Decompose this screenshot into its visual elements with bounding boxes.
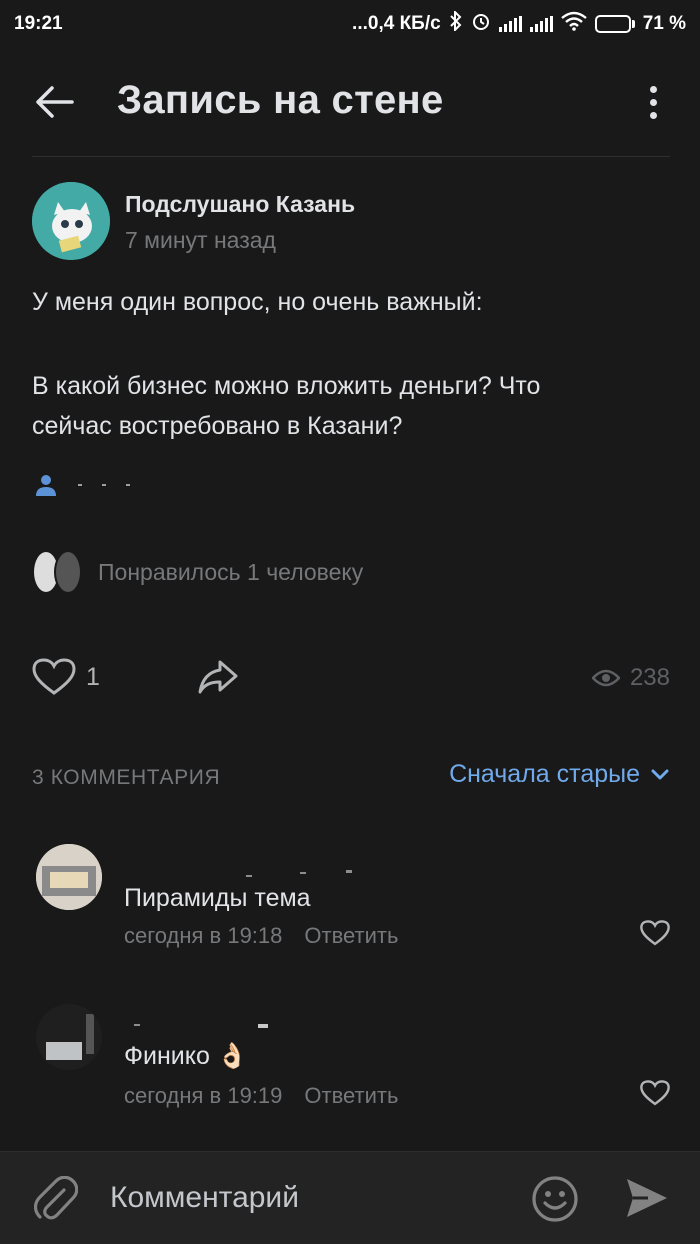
battery-percent: 71 %: [642, 13, 686, 34]
emoji-button[interactable]: [530, 1174, 580, 1229]
app-header: Запись на стене: [0, 48, 700, 156]
like-button[interactable]: 1: [32, 658, 100, 696]
signal-icon: [498, 16, 522, 32]
like-count: 1: [86, 662, 100, 691]
paperclip-icon: [33, 1175, 79, 1220]
views-counter: 238: [591, 664, 670, 692]
arrow-left-icon: [36, 86, 74, 118]
status-icons: ...0,4 КБ/с 71 %: [352, 9, 686, 37]
comment-meta: сегодня в 19:19 Ответить: [124, 1083, 398, 1109]
send-button[interactable]: [624, 1176, 670, 1225]
comment-like-button[interactable]: [640, 920, 670, 951]
sort-label: Сначала старые: [449, 760, 640, 788]
comments-count: 3 КОММЕНТАРИЯ: [32, 766, 221, 789]
eye-icon: [591, 669, 620, 687]
reply-button[interactable]: Ответить: [304, 1083, 398, 1109]
post-signer[interactable]: [34, 474, 130, 496]
commenter-name[interactable]: [124, 866, 364, 880]
status-time: 19:21: [14, 13, 63, 34]
comment-meta: сегодня в 19:18 Ответить: [124, 923, 398, 949]
send-icon: [627, 1179, 667, 1217]
smile-icon: [532, 1176, 578, 1222]
author-avatar[interactable]: [32, 182, 110, 260]
wifi-icon: [560, 11, 587, 37]
heart-icon: [32, 658, 76, 695]
likes-summary: Понравилось 1 человеку: [98, 558, 364, 585]
user-icon: [36, 475, 56, 496]
heart-icon: [640, 1080, 670, 1106]
commenter-avatar[interactable]: [36, 1004, 102, 1070]
views-count: 238: [629, 664, 670, 691]
commenter-name[interactable]: [124, 1022, 364, 1036]
heart-icon: [640, 920, 670, 946]
more-menu-button[interactable]: [636, 78, 670, 126]
comments-sort-dropdown[interactable]: Сначала старые: [449, 760, 670, 789]
author-name[interactable]: Подслушано Казань: [125, 191, 355, 218]
post-text-line: В какой бизнес можно вложить деньги? Что: [32, 372, 541, 400]
liker-avatar: [54, 550, 82, 594]
liked-by-row[interactable]: Понравилось 1 человеку: [32, 550, 363, 594]
page-title: Запись на стене: [117, 78, 444, 122]
share-icon: [198, 660, 238, 694]
commenter-avatar[interactable]: [36, 844, 102, 910]
bluetooth-icon: [449, 9, 463, 37]
comment-item: Финико 👌🏻 сегодня в 19:19 Ответить: [32, 1000, 670, 1120]
status-bar: 19:21 ...0,4 КБ/с 71 %: [0, 0, 700, 48]
reply-button[interactable]: Ответить: [304, 923, 398, 949]
comment-text: Пирамиды тема: [124, 884, 311, 912]
post-text-line: У меня один вопрос, но очень важный:: [32, 288, 483, 316]
post-time: 7 минут назад: [125, 227, 276, 253]
post-actions: 1 238: [32, 656, 670, 704]
post-text-line: сейчас востребовано в Казани?: [32, 412, 403, 440]
alarm-icon: [471, 11, 491, 37]
header-divider: [32, 156, 670, 157]
comment-item: Пирамиды тема сегодня в 19:18 Ответить: [32, 840, 670, 960]
comment-time: сегодня в 19:19: [124, 1083, 283, 1108]
comment-like-button[interactable]: [640, 1080, 670, 1111]
share-button[interactable]: [196, 658, 240, 701]
network-speed: ...0,4 КБ/с: [352, 13, 441, 34]
comment-composer: Комментарий: [0, 1151, 700, 1244]
signal-icon-2: [529, 16, 553, 32]
attach-button[interactable]: [33, 1175, 79, 1227]
comment-time: сегодня в 19:18: [124, 923, 283, 948]
comment-input[interactable]: Комментарий: [110, 1181, 299, 1215]
comments-header: 3 КОММЕНТАРИЯ Сначала старые: [32, 758, 670, 798]
back-button[interactable]: [30, 78, 78, 126]
comment-text: Финико 👌🏻: [124, 1042, 248, 1070]
chevron-down-icon: [651, 769, 669, 779]
battery-icon: [594, 15, 635, 33]
